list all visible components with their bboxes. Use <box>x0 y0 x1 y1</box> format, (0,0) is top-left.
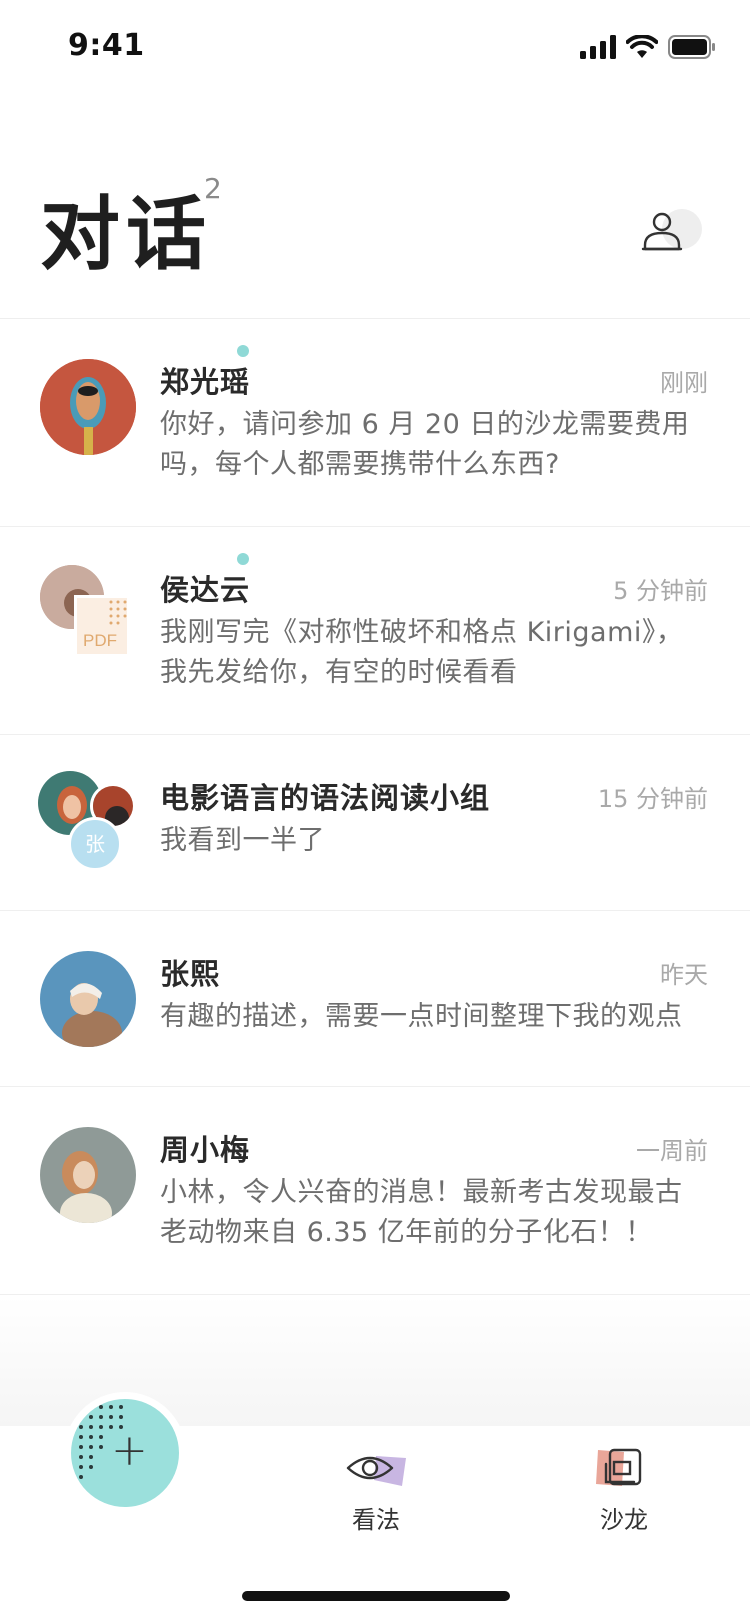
conversation-preview: 小林，令人兴奋的消息！最新考古发现最古老动物来自 6.35 亿年前的分子化石！！ <box>160 1177 683 1248</box>
home-indicator <box>242 1591 510 1601</box>
person-icon <box>641 209 702 251</box>
tab-label: 沙龙 <box>600 1506 648 1534</box>
status-time: 9:41 <box>68 28 145 63</box>
conversation-item[interactable]: 郑光瑶 刚刚 你好，请问参加 6 月 20 日的沙龙需要费用吗，每个人都需要携带… <box>0 319 750 527</box>
tab-opinions[interactable]: 看法 <box>316 1446 436 1536</box>
status-icons <box>580 32 716 62</box>
conversation-preview: 你好，请问参加 6 月 20 日的沙龙需要费用吗，每个人都需要携带什么东西? <box>160 409 690 480</box>
group-avatar: 张 <box>38 771 142 871</box>
conversation-name: 电影语言的语法阅读小组 <box>160 781 491 815</box>
tab-salon[interactable]: 沙龙 <box>564 1446 684 1536</box>
conversation-item[interactable]: 周小梅 一周前 小林，令人兴奋的消息！最新考古发现最古老动物来自 6.35 亿年… <box>0 1087 750 1295</box>
plus-icon: + <box>111 1425 148 1476</box>
avatar-photo <box>40 951 136 1047</box>
conversation-list: 郑光瑶 刚刚 你好，请问参加 6 月 20 日的沙龙需要费用吗，每个人都需要携带… <box>0 319 750 1295</box>
conversation-time: 15 分钟前 <box>597 785 708 813</box>
wifi-icon <box>626 35 658 58</box>
member-initial-avatar: 张 <box>68 817 122 871</box>
pdf-label: PDF <box>83 631 117 650</box>
avatar <box>40 359 136 455</box>
battery-icon <box>668 35 715 59</box>
conversation-time: 刚刚 <box>660 369 708 397</box>
avatar <box>40 1127 136 1223</box>
conversation-name: 郑光瑶 <box>160 365 251 399</box>
cellular-signal-icon <box>580 35 616 59</box>
conversation-preview: 有趣的描述，需要一点时间整理下我的观点 <box>160 1001 683 1032</box>
avatar-photo <box>40 1127 136 1223</box>
online-indicator <box>237 553 249 565</box>
conversation-preview: 我刚写完《对称性破坏和格点 Kirigami》，我先发给你，有空的时候看看 <box>160 617 684 688</box>
conversation-time: 一周前 <box>636 1137 708 1165</box>
conversation-item[interactable]: 张 电影语言的语法阅读小组 15 分钟前 我看到一半了 <box>0 735 750 911</box>
conversation-item[interactable]: 张熙 昨天 有趣的描述，需要一点时间整理下我的观点 <box>0 911 750 1087</box>
conversation-name: 侯达云 <box>160 573 251 607</box>
conversation-preview: 我看到一半了 <box>160 825 325 856</box>
tab-label: 看法 <box>352 1506 400 1534</box>
new-conversation-button[interactable]: + <box>64 1392 186 1514</box>
conversation-name: 周小梅 <box>160 1133 251 1167</box>
page-title: 对话 <box>40 188 212 281</box>
fab-background: + <box>71 1399 179 1507</box>
avatar-photo <box>40 359 136 455</box>
header: 对话 2 <box>40 170 222 286</box>
online-indicator <box>237 345 249 357</box>
avatar <box>40 951 136 1047</box>
unread-count-badge: 2 <box>204 172 222 205</box>
conversation-item[interactable]: PDF 侯达云 5 分钟前 我刚写完《对称性破坏和格点 Kirigami》，我先… <box>0 527 750 735</box>
pdf-file-icon: PDF <box>74 595 130 657</box>
salon-icon <box>594 1446 654 1492</box>
conversation-name: 张熙 <box>160 957 221 991</box>
status-bar: 9:41 <box>0 0 750 90</box>
conversation-time: 昨天 <box>660 961 708 989</box>
conversation-time: 5 分钟前 <box>613 577 708 605</box>
eye-icon <box>346 1446 406 1492</box>
profile-button[interactable] <box>640 205 704 261</box>
